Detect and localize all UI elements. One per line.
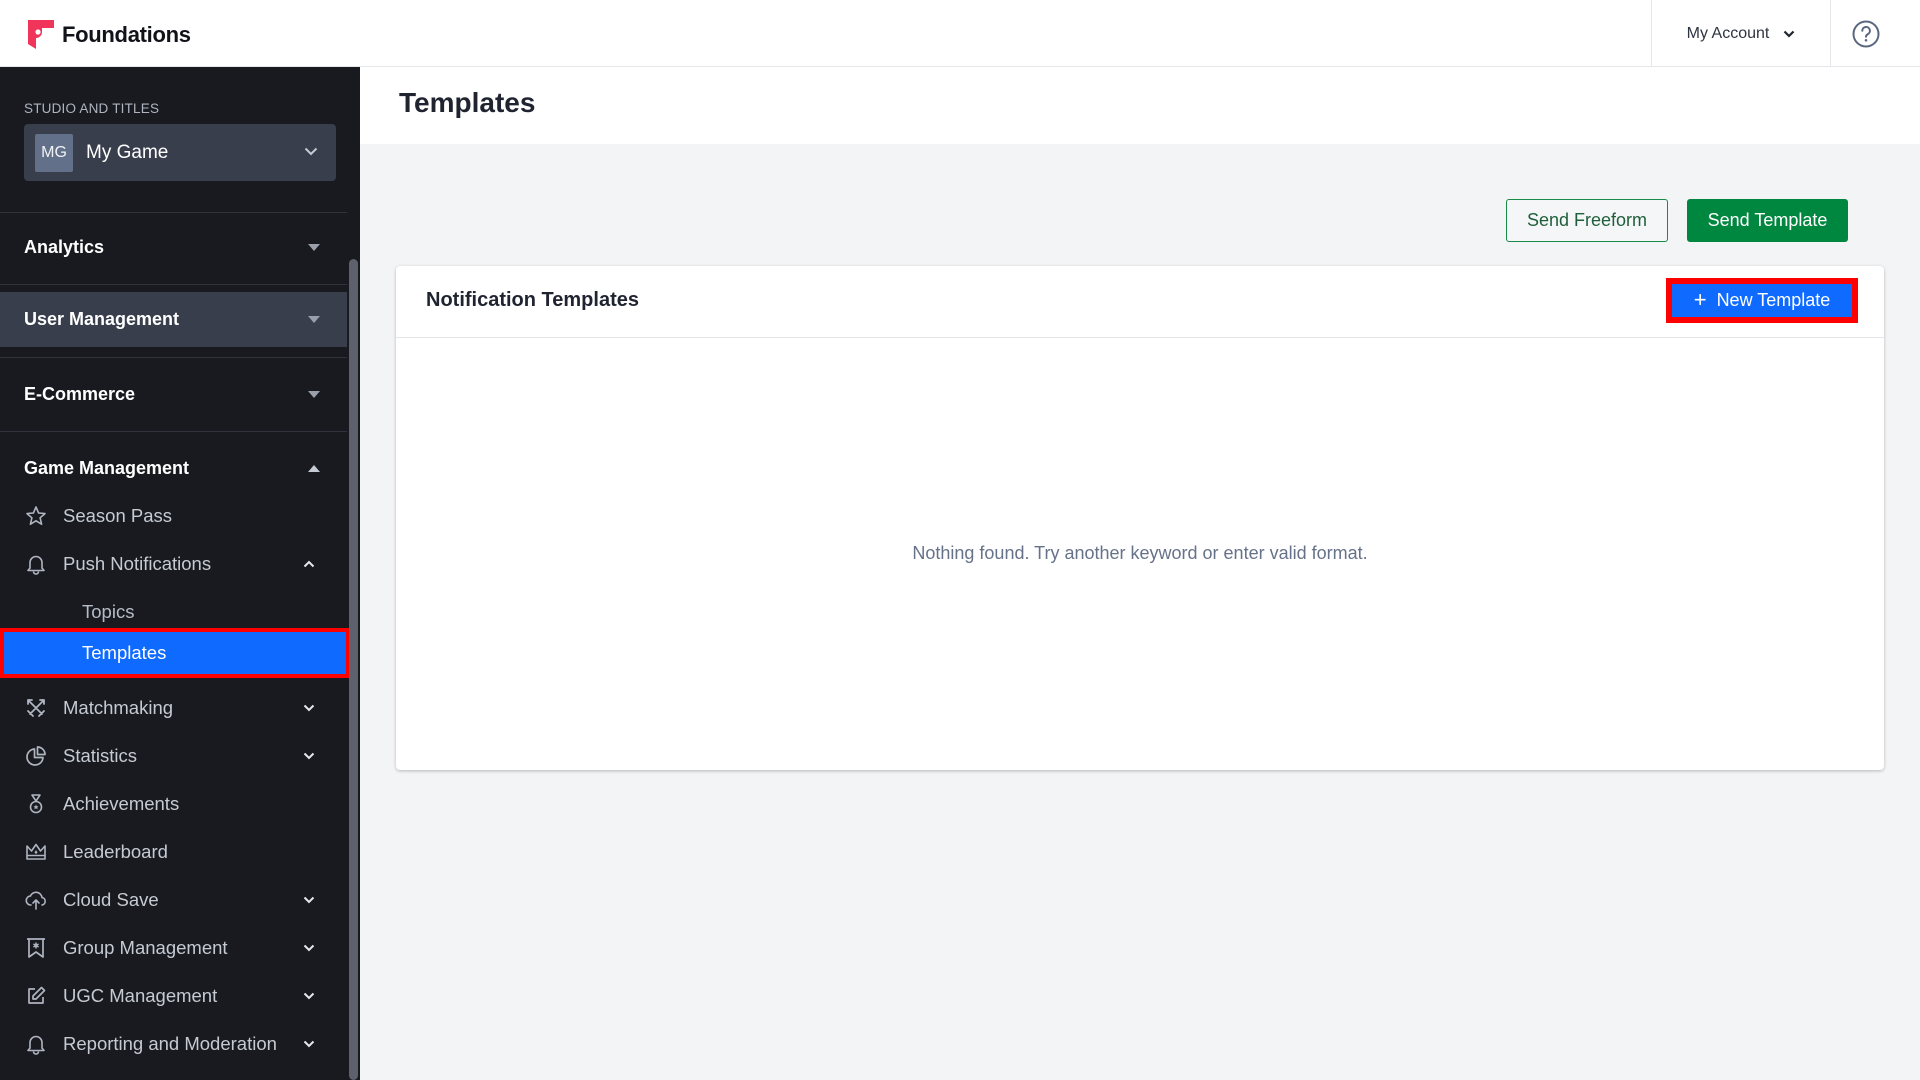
- page-title: Templates: [399, 87, 536, 118]
- brand-logo[interactable]: Foundations: [28, 20, 191, 49]
- divider: [0, 431, 347, 432]
- nav-subitem-templates[interactable]: Templates: [0, 628, 350, 678]
- chevron-down-icon: [304, 147, 318, 156]
- divider: [0, 212, 347, 213]
- chevron-down-icon: [303, 896, 315, 904]
- nav-item-statistics[interactable]: Statistics: [0, 734, 347, 778]
- foundations-logo-icon: [28, 20, 54, 49]
- chevron-up-icon: [303, 560, 315, 568]
- top-header: Foundations My Account: [0, 0, 1920, 67]
- new-template-button[interactable]: + New Template: [1666, 278, 1858, 323]
- chevron-down-icon: [303, 992, 315, 1000]
- send-freeform-button[interactable]: Send Freeform: [1506, 199, 1668, 242]
- crown-icon: [26, 843, 46, 860]
- studio-section-label: STUDIO AND TITLES: [24, 101, 160, 116]
- card-header: Notification Templates + New Template: [396, 266, 1884, 338]
- nav-label: Topics: [82, 601, 135, 622]
- nav-item-reporting-and-moderation[interactable]: Reporting and Moderation: [0, 1022, 347, 1066]
- chevron-down-icon: [303, 704, 315, 712]
- nav-label: Group Management: [63, 937, 228, 958]
- nav-item-achievements[interactable]: Achievements: [0, 782, 347, 826]
- nav-subitem-topics[interactable]: Topics: [0, 590, 347, 634]
- caret-down-icon: [308, 243, 320, 251]
- edit-icon: [28, 986, 46, 1004]
- divider: [0, 357, 347, 358]
- star-icon: [26, 506, 46, 525]
- studio-name: My Game: [86, 141, 169, 163]
- new-template-label: New Template: [1716, 290, 1831, 310]
- page-header: Templates: [360, 67, 1920, 144]
- nav-item-push-notifications[interactable]: Push Notifications: [0, 542, 347, 586]
- section-e-commerce[interactable]: E-Commerce: [0, 367, 347, 422]
- nav-item-ugc-management[interactable]: UGC Management: [0, 974, 347, 1018]
- studio-avatar: MG: [35, 133, 73, 172]
- section-label: Analytics: [24, 237, 105, 257]
- bell-icon: [27, 1035, 45, 1055]
- banner-icon: [27, 938, 45, 958]
- caret-down-icon: [308, 390, 320, 398]
- section-label: Game Management: [24, 458, 190, 478]
- nav-item-cloud-save[interactable]: Cloud Save: [0, 878, 347, 922]
- nav-item-matchmaking[interactable]: Matchmaking: [0, 686, 347, 730]
- nav-label: UGC Management: [63, 985, 218, 1006]
- nav-item-group-management[interactable]: Group Management: [0, 926, 347, 970]
- chevron-down-icon: [303, 1040, 315, 1048]
- nav-label: Reporting and Moderation: [63, 1033, 277, 1054]
- nav-item-leaderboard[interactable]: Leaderboard: [0, 830, 347, 874]
- nav-label: Season Pass: [63, 505, 173, 526]
- bell-icon: [27, 555, 45, 575]
- nav-label: Push Notifications: [63, 553, 212, 574]
- empty-state-message: Nothing found. Try another keyword or en…: [912, 543, 1368, 563]
- sidebar-scrollbar[interactable]: [349, 259, 358, 1080]
- section-game-management[interactable]: Game Management: [0, 441, 347, 496]
- send-template-button[interactable]: Send Template: [1687, 199, 1848, 242]
- sidebar: STUDIO AND TITLES MG My Game Analytics U…: [0, 67, 360, 1080]
- nav-label: Leaderboard: [63, 841, 168, 862]
- crossed-swords-icon: [27, 699, 45, 717]
- chevron-down-icon: [303, 752, 315, 760]
- nav-label: Cloud Save: [63, 889, 159, 910]
- pie-chart-icon: [26, 746, 46, 766]
- section-label: E-Commerce: [24, 384, 136, 404]
- nav-label: Statistics: [63, 745, 138, 766]
- nav-label: Achievements: [63, 793, 180, 814]
- nav-label: Templates: [82, 642, 167, 663]
- section-user-management[interactable]: User Management: [0, 292, 347, 347]
- caret-down-icon: [308, 315, 320, 323]
- chevron-down-icon: [1784, 30, 1795, 38]
- plus-icon: +: [1693, 286, 1707, 312]
- brand-name: Foundations: [62, 21, 191, 47]
- caret-up-icon: [308, 464, 320, 472]
- nav-item-season-pass[interactable]: Season Pass: [0, 494, 347, 538]
- divider: [0, 284, 347, 285]
- account-label: My Account: [1686, 24, 1770, 42]
- section-label: User Management: [24, 309, 180, 329]
- nav-label: Matchmaking: [63, 697, 174, 718]
- section-analytics[interactable]: Analytics: [0, 220, 347, 275]
- medal-icon: [29, 794, 43, 814]
- cloud-upload-icon: [25, 891, 46, 910]
- chevron-down-icon: [303, 944, 315, 952]
- studio-title-select[interactable]: MG My Game: [24, 124, 336, 181]
- help-circle-icon[interactable]: [1851, 19, 1881, 49]
- card-title: Notification Templates: [426, 289, 639, 311]
- my-account-menu[interactable]: My Account: [1651, 0, 1831, 67]
- notification-templates-card: Notification Templates + New Template No…: [396, 266, 1884, 770]
